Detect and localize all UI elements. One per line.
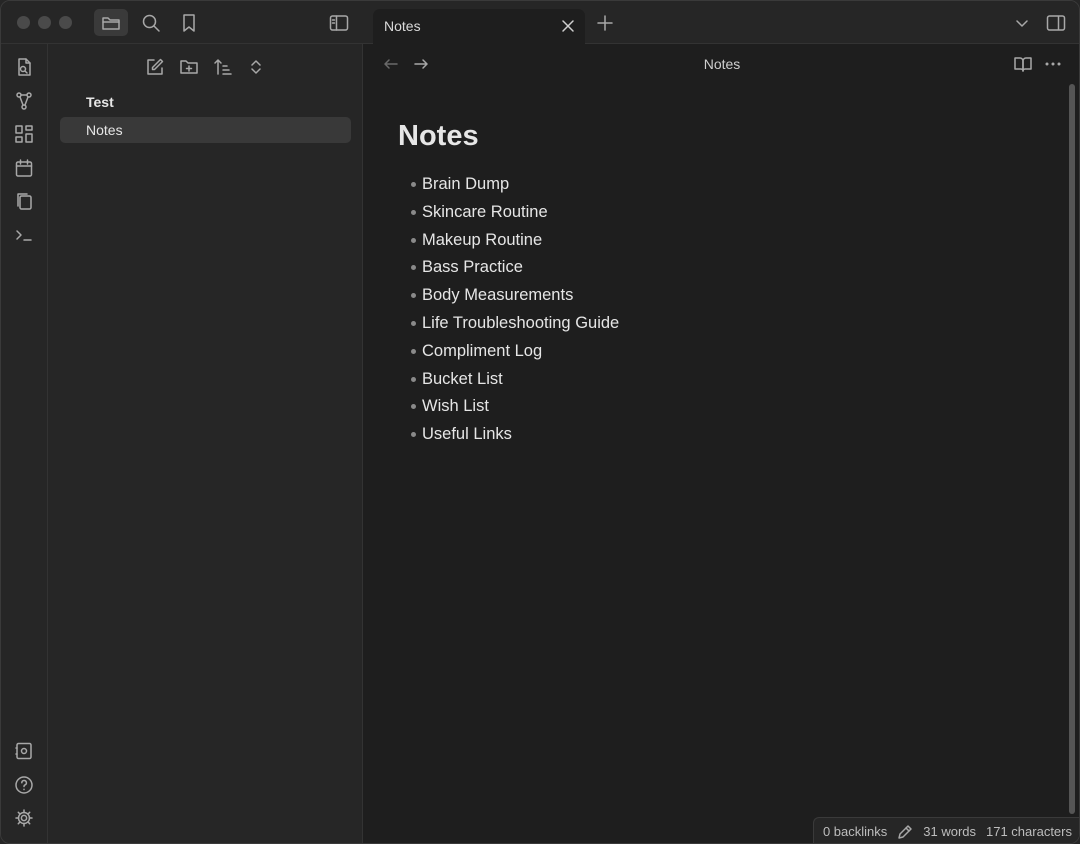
list-item[interactable]: Wish List xyxy=(411,394,619,422)
search-icon xyxy=(142,14,160,32)
list-item[interactable]: Body Measurements xyxy=(411,283,619,311)
view-header-title[interactable]: Notes xyxy=(363,56,1079,72)
list-item[interactable]: Brain Dump xyxy=(411,172,619,200)
quick-switcher-button[interactable] xyxy=(13,56,35,78)
close-window-button[interactable] xyxy=(17,16,30,29)
help-icon xyxy=(15,776,33,794)
sidebar-icon xyxy=(329,14,349,31)
tab-notes[interactable]: Notes xyxy=(373,9,585,45)
list-item[interactable]: Life Troubleshooting Guide xyxy=(411,311,619,339)
vault-switcher-button[interactable] xyxy=(13,740,35,762)
new-tab-button[interactable] xyxy=(595,13,615,33)
tab-title: Notes xyxy=(384,18,421,34)
files-tab-button[interactable] xyxy=(94,9,128,36)
settings-icon xyxy=(15,809,33,827)
note-title: Notes xyxy=(398,120,479,152)
tab-close-button[interactable] xyxy=(559,17,577,35)
zoom-window-button[interactable] xyxy=(59,16,72,29)
bookmarks-tab-button[interactable] xyxy=(172,9,206,36)
daily-note-button[interactable] xyxy=(13,157,35,179)
right-sidebar-icon xyxy=(1046,15,1066,31)
settings-button[interactable] xyxy=(13,807,35,829)
folder-icon xyxy=(102,16,120,30)
command-palette-icon xyxy=(16,230,32,241)
backlinks-count[interactable]: 0 backlinks xyxy=(823,824,887,839)
note-bullet-list: Brain Dump Skincare Routine Makeup Routi… xyxy=(411,172,619,450)
word-count: 31 words xyxy=(923,824,976,839)
editor-pane: Notes Notes Brain Dump Skincare Routine … xyxy=(363,44,1079,843)
tab-bar: Notes xyxy=(363,1,1079,45)
toggle-right-sidebar-button[interactable] xyxy=(1045,13,1067,33)
templates-button[interactable] xyxy=(13,190,35,212)
tree-file-label: Notes xyxy=(86,122,123,138)
collapse-all-button[interactable] xyxy=(245,56,267,78)
list-item[interactable]: Bass Practice xyxy=(411,255,619,283)
graph-view-button[interactable] xyxy=(13,90,35,112)
list-item[interactable]: Compliment Log xyxy=(411,339,619,367)
graph-view-icon xyxy=(16,92,32,110)
ribbon xyxy=(1,44,48,843)
new-folder-icon xyxy=(180,60,198,74)
toggle-left-sidebar-button[interactable] xyxy=(322,9,356,36)
new-note-icon xyxy=(147,58,164,75)
editor-scrollbar[interactable] xyxy=(1069,84,1075,814)
left-titlebar xyxy=(1,1,363,44)
tree-folder-test[interactable]: Test xyxy=(86,94,114,110)
file-explorer: Test Notes xyxy=(48,44,363,843)
more-horizontal-icon xyxy=(1045,62,1061,66)
minimize-window-button[interactable] xyxy=(38,16,51,29)
new-note-button[interactable] xyxy=(144,56,166,78)
list-item[interactable]: Makeup Routine xyxy=(411,228,619,256)
open-quick-switcher-icon xyxy=(18,58,31,76)
sort-icon xyxy=(214,59,232,75)
list-item[interactable]: Bucket List xyxy=(411,367,619,395)
tree-file-notes[interactable]: Notes xyxy=(60,117,351,143)
vault-icon xyxy=(15,742,32,760)
command-palette-button[interactable] xyxy=(13,224,35,246)
close-icon xyxy=(562,20,574,32)
list-item[interactable]: Useful Links xyxy=(411,422,619,450)
canvas-button[interactable] xyxy=(13,123,35,145)
templates-icon xyxy=(17,193,32,210)
canvas-icon xyxy=(15,125,33,143)
change-sort-order-button[interactable] xyxy=(212,56,234,78)
pencil-icon[interactable] xyxy=(897,824,913,840)
search-tab-button[interactable] xyxy=(134,9,168,36)
more-options-button[interactable] xyxy=(1042,54,1064,74)
plus-icon xyxy=(597,15,613,31)
character-count: 171 characters xyxy=(986,824,1072,839)
tab-list-dropdown-button[interactable] xyxy=(1011,13,1033,33)
bookmark-icon xyxy=(183,13,195,32)
status-bar: 0 backlinks 31 words 171 characters xyxy=(812,817,1079,843)
list-item[interactable]: Skincare Routine xyxy=(411,200,619,228)
collapse-icon xyxy=(251,60,261,74)
chevron-down-icon xyxy=(1016,20,1028,27)
daily-note-calendar-icon xyxy=(15,159,33,177)
reading-view-button[interactable] xyxy=(1012,54,1034,74)
app-window: Test Notes Notes Notes Notes Brain Dump … xyxy=(0,0,1080,844)
book-open-icon xyxy=(1014,57,1032,72)
help-button[interactable] xyxy=(13,774,35,796)
new-folder-button[interactable] xyxy=(178,56,200,78)
